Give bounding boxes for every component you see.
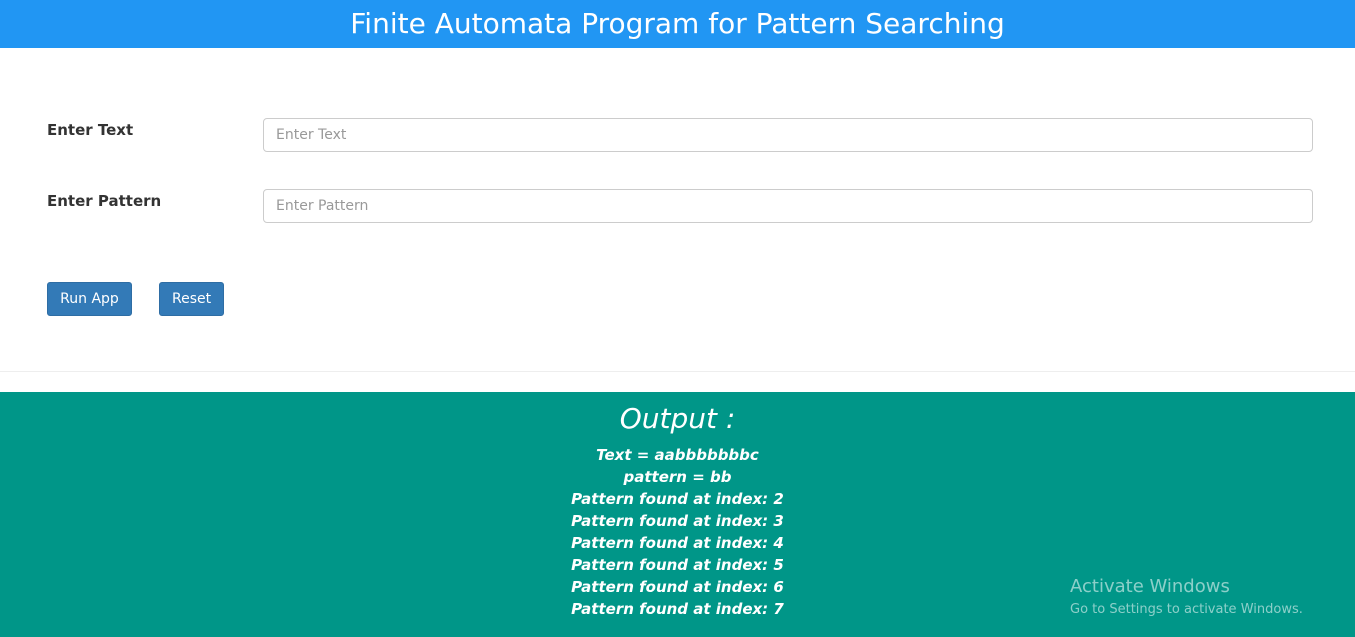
watermark-subtitle: Go to Settings to activate Windows. xyxy=(1070,602,1303,617)
page: Finite Automata Program for Pattern Sear… xyxy=(0,0,1355,637)
activate-windows-watermark: Activate Windows Go to Settings to activ… xyxy=(1070,576,1303,620)
output-line-match: Pattern found at index: 2 xyxy=(571,490,784,508)
output-line-match: Pattern found at index: 3 xyxy=(571,512,784,530)
pattern-label: Enter Pattern xyxy=(47,192,162,210)
output-title: Output : xyxy=(619,402,736,435)
text-label: Enter Text xyxy=(47,121,134,139)
output-line-match: Pattern found at index: 4 xyxy=(571,534,784,552)
pattern-input[interactable] xyxy=(263,189,1313,223)
run-app-button[interactable]: Run App xyxy=(47,282,132,316)
divider xyxy=(0,371,1355,372)
page-title: Finite Automata Program for Pattern Sear… xyxy=(350,7,1005,40)
output-line-pattern: pattern = bb xyxy=(623,468,732,486)
watermark-title: Activate Windows xyxy=(1070,576,1230,597)
text-input[interactable] xyxy=(263,118,1313,152)
reset-button[interactable]: Reset xyxy=(159,282,224,316)
output-line-text: Text = aabbbbbbbc xyxy=(596,446,759,464)
app-header: Finite Automata Program for Pattern Sear… xyxy=(0,0,1355,48)
output-line-match: Pattern found at index: 5 xyxy=(571,556,784,574)
